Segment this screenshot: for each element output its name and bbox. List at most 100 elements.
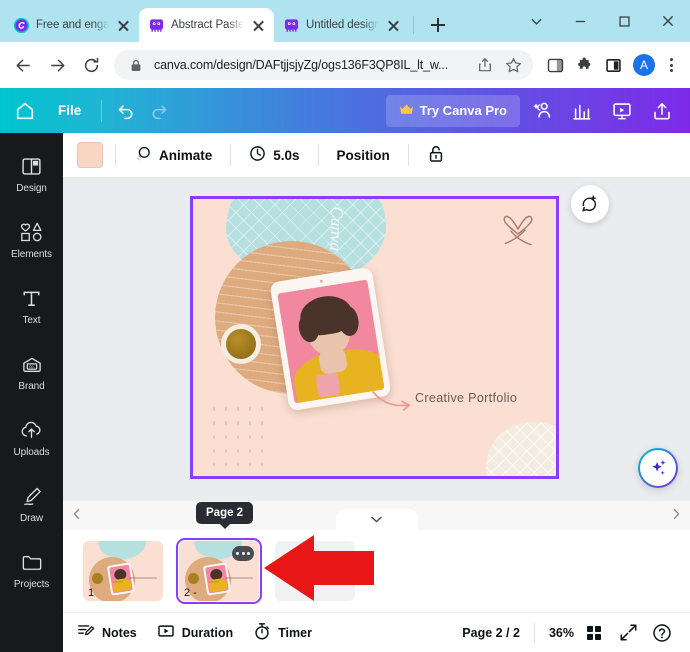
add-comment-icon[interactable] — [571, 185, 609, 223]
element-toolbar: Animate 5.0s Position — [63, 133, 690, 178]
browser-menu-icon[interactable] — [660, 54, 682, 76]
color-swatch-button[interactable] — [77, 142, 103, 168]
animate-button[interactable]: Animate — [128, 141, 218, 170]
home-icon[interactable] — [8, 94, 42, 128]
thumb-text-line — [113, 581, 123, 583]
page-thumbnails: 1 2 - — [63, 530, 690, 612]
browser-tab-2[interactable]: Abstract Pastel — [139, 8, 274, 42]
duration-button[interactable]: 5.0s — [243, 141, 305, 169]
lock-button[interactable] — [421, 140, 451, 171]
reload-icon[interactable] — [76, 50, 106, 80]
header-divider — [101, 99, 103, 122]
woman-portrait-photo — [277, 279, 385, 404]
share-icon[interactable] — [475, 55, 495, 75]
duration-button[interactable]: Duration — [157, 622, 233, 643]
back-arrow-icon[interactable] — [8, 50, 38, 80]
timer-stopwatch-icon — [253, 622, 271, 644]
upload-export-icon[interactable] — [644, 94, 680, 128]
sidebar-item-elements[interactable]: Elements — [0, 207, 63, 273]
expand-fullscreen-icon[interactable] — [614, 619, 642, 647]
curved-arrow-doodle — [371, 389, 415, 420]
thumb-text-line — [209, 581, 219, 583]
canva-icon — [284, 18, 299, 33]
chevron-left-icon[interactable] — [71, 507, 83, 525]
try-canva-pro-button[interactable]: Try Canva Pro — [385, 94, 520, 127]
heart-doodle-icon — [500, 209, 536, 260]
coffee-cup-shape — [226, 329, 256, 359]
sidepanel-add-icon[interactable] — [542, 52, 568, 78]
close-icon[interactable] — [386, 18, 401, 33]
reading-list-icon[interactable] — [600, 52, 626, 78]
page-tooltip: Page 2 — [196, 502, 254, 529]
chevron-down-icon — [370, 511, 383, 529]
file-menu-button[interactable]: File — [46, 98, 93, 123]
browser-tab-3[interactable]: Untitled design — [274, 8, 409, 42]
page-thumbnail-2[interactable]: 2 - — [176, 538, 262, 604]
window-controls — [514, 0, 690, 42]
notes-icon — [77, 622, 95, 643]
insights-chart-icon[interactable] — [564, 94, 600, 128]
avatar[interactable]: A — [633, 54, 655, 76]
sidebar-item-label: Design — [16, 183, 47, 194]
star-icon[interactable] — [503, 55, 523, 75]
sidebar-item-uploads[interactable]: Uploads — [0, 405, 63, 471]
timer-button[interactable]: Timer — [253, 622, 312, 644]
address-bar[interactable]: canva.com/design/DAFtjjsjyZg/ogs136F3QP8… — [114, 50, 533, 80]
thumbnail-number: 2 - — [184, 587, 197, 599]
layout-design-icon — [21, 154, 42, 178]
browser-tab-1[interactable]: Free and engag — [4, 8, 139, 42]
sidebar-item-draw[interactable]: Draw — [0, 471, 63, 537]
sidebar-item-projects[interactable]: Projects — [0, 537, 63, 603]
sidebar-item-label: Text — [22, 315, 41, 326]
close-icon[interactable] — [116, 18, 131, 33]
sidebar-item-label: Elements — [11, 249, 52, 260]
close-window-icon[interactable] — [646, 5, 690, 37]
page-thumbnail-1[interactable]: 1 — [83, 541, 163, 601]
sidebar-item-brand[interactable]: co. Brand — [0, 339, 63, 405]
thumbnail-more-options-icon[interactable] — [232, 546, 254, 561]
clock-icon — [249, 145, 266, 165]
design-page-selected[interactable]: Canva Creative Portfolio — [190, 196, 559, 479]
bottom-divider — [533, 622, 535, 643]
folder-projects-icon — [21, 550, 43, 574]
chevron-right-icon[interactable] — [670, 507, 682, 525]
position-button[interactable]: Position — [331, 144, 396, 167]
minimize-icon[interactable] — [558, 5, 602, 37]
redo-icon[interactable] — [142, 95, 174, 127]
lock-icon — [126, 55, 146, 75]
grid-view-icon[interactable] — [580, 619, 608, 647]
share-people-icon[interactable] — [524, 94, 560, 128]
sidebar-item-design[interactable]: Design — [0, 141, 63, 207]
undo-icon[interactable] — [110, 95, 142, 127]
browser-toolbar: canva.com/design/DAFtjjsjyZg/ogs136F3QP8… — [0, 42, 690, 88]
collapse-panel-button[interactable] — [335, 509, 418, 531]
creative-portfolio-text[interactable]: Creative Portfolio — [415, 391, 517, 405]
design-page-content: Canva Creative Portfolio — [193, 199, 556, 476]
thumb-text-line — [225, 577, 253, 579]
toolbar-divider — [317, 144, 319, 166]
thumb-coffee-cup — [188, 573, 199, 584]
brand-kit-icon: co. — [21, 352, 43, 376]
help-question-icon[interactable] — [648, 619, 676, 647]
cream-blob-shape — [486, 422, 556, 476]
duration-label: Duration — [181, 625, 234, 640]
forward-arrow-icon[interactable] — [42, 50, 72, 80]
canva-circle-icon — [14, 17, 29, 33]
present-icon[interactable] — [604, 94, 640, 128]
position-label: Position — [336, 147, 390, 163]
extensions-puzzle-icon[interactable] — [571, 52, 597, 78]
magic-sparkles-icon[interactable] — [638, 448, 678, 488]
sidebar-item-text[interactable]: Text — [0, 273, 63, 339]
zoom-level[interactable]: 36% — [549, 626, 574, 640]
duration-value: 5.0s — [273, 147, 300, 163]
new-tab-button[interactable] — [424, 11, 452, 39]
thumb-tablet — [202, 562, 232, 596]
tab-search-chevron-icon[interactable] — [514, 5, 558, 37]
maximize-icon[interactable] — [602, 5, 646, 37]
close-icon[interactable] — [251, 18, 266, 33]
svg-text:Canva: Canva — [326, 206, 347, 251]
canvas-area[interactable]: Canva Creative Portfolio — [63, 178, 690, 500]
animate-label: Animate — [159, 147, 213, 163]
page-indicator[interactable]: Page 2 / 2 — [462, 626, 520, 640]
notes-button[interactable]: Notes — [77, 622, 137, 643]
